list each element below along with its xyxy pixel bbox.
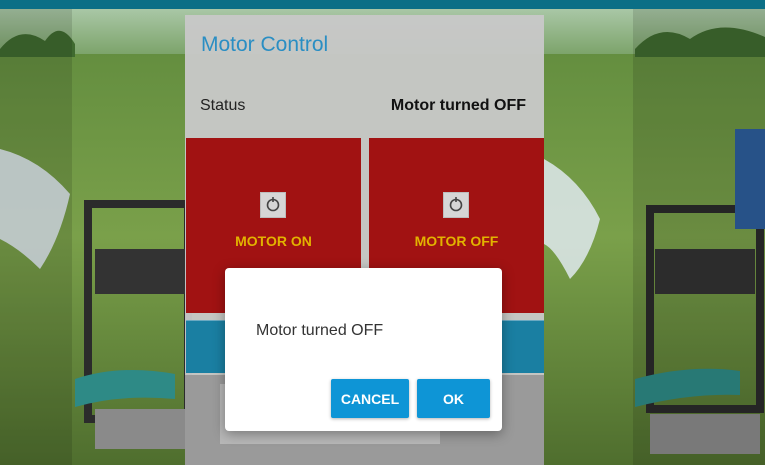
app-screen: Motor Control Status Motor turned OFF MO… — [0, 0, 765, 465]
dialog-message: Motor turned OFF — [256, 322, 384, 339]
top-bar — [0, 0, 765, 9]
confirmation-dialog: Motor turned OFF CANCEL OK — [225, 268, 502, 431]
ok-button[interactable]: OK — [417, 379, 490, 418]
status-label: Status — [200, 97, 246, 114]
power-icon — [260, 192, 286, 218]
power-icon — [443, 192, 469, 218]
motor-on-label: MOTOR ON — [235, 233, 312, 249]
motor-off-label: MOTOR OFF — [414, 233, 499, 249]
cancel-button[interactable]: CANCEL — [331, 379, 409, 418]
status-value: Motor turned OFF — [390, 97, 526, 114]
card-title: Motor Control — [201, 33, 329, 56]
